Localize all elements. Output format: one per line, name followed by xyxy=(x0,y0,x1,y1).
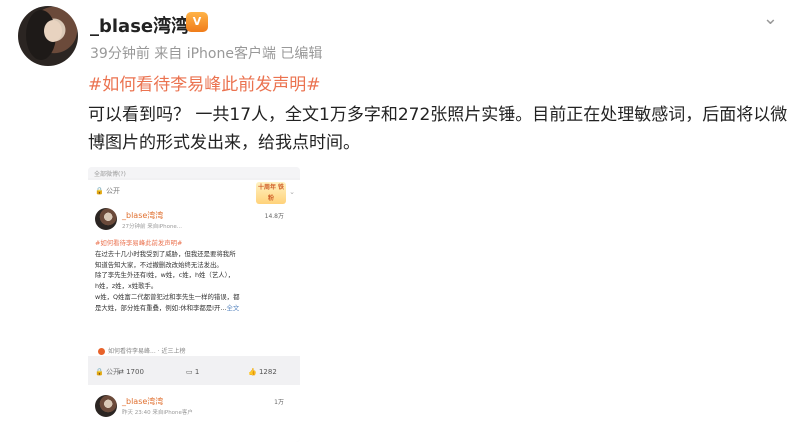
screenshot-card-2: 🔒 公开 _blase湾湾 昨天 23:40 来自iPhone客户 1万 xyxy=(88,368,300,442)
screenshot-username: _blase湾湾 xyxy=(122,397,164,406)
chevron-down-icon[interactable]: ⌄ xyxy=(763,8,778,29)
screenshot-count: 14.8万 xyxy=(264,213,284,220)
screenshot-avatar xyxy=(95,395,117,417)
screenshot-avatar xyxy=(95,208,117,230)
screenshot-count: 1万 xyxy=(274,399,284,406)
username[interactable]: _blase湾湾 xyxy=(90,12,189,38)
screenshot-text: #如何看待李易峰此前发声明# 在过去十几小时我受到了威胁，但我还是要将我所 知道… xyxy=(95,238,295,314)
screenshot-topbar: 全部微博(?) xyxy=(88,167,300,178)
screenshot-public-label: 🔒 公开 xyxy=(95,187,120,195)
screenshot-meta: 昨天 23:40 来自iPhone客户 xyxy=(122,410,193,416)
like-count: 👍 1282 xyxy=(248,368,277,376)
post-meta: 39分钟前 来自 iPhone客户端 已编辑 xyxy=(90,46,323,62)
screenshot-line: 在过去十几小时我受到了威胁，但我还是要将我所 xyxy=(95,249,236,258)
screenshot-more-link: 全文 xyxy=(226,303,240,312)
screenshot-line: w姓，Q姓富二代都曾犯过和李先生一样的错误，都 xyxy=(95,292,240,301)
post-text: 可以看到吗？ 一共17人，全文1万多字和272张照片实锤。目前正在处理敏感词，后… xyxy=(88,105,788,153)
embedded-screenshot-image[interactable]: 全部微博(?) 🔒 公开 十周年 铁粉 ⌄ _blase湾湾 27分钟前 来自i… xyxy=(88,167,300,442)
screenshot-line: h姓，z姓，x姓歌手。 xyxy=(95,282,158,291)
screenshot-ref: 如何看待李易峰... · 近三上榜 xyxy=(98,346,185,355)
screenshot-line: 除了李先生外还有l姓，w姓，c姓，h姓（艺人）， xyxy=(95,271,235,280)
avatar[interactable] xyxy=(18,6,78,66)
screenshot-username: _blase湾湾 xyxy=(122,211,164,220)
screenshot-line: 是大姓，部分姓有重叠，例如:休和李都是l开...全文 xyxy=(95,303,240,312)
topic-icon xyxy=(98,348,105,355)
screenshot-card: 🔒 公开 十周年 铁粉 ⌄ _blase湾湾 27分钟前 来自iPhone...… xyxy=(88,180,300,356)
repost-count: ⇄ 1700 xyxy=(118,368,144,376)
screenshot-line: 知道告知大家，不过撤删改改始终无法发出。 xyxy=(95,260,223,269)
comment-count: ▭ 1 xyxy=(186,368,200,376)
screenshot-meta: 27分钟前 来自iPhone... xyxy=(122,224,183,230)
chevron-down-icon: ⌄ xyxy=(289,188,295,196)
screenshot-hashtag: #如何看待李易峰此前发声明# xyxy=(95,239,183,247)
fans-badge-icon: 十周年 铁粉 xyxy=(256,182,286,204)
vip-badge-icon: V xyxy=(186,12,208,32)
hashtag-link[interactable]: #如何看待李易峰此前发声明# xyxy=(88,70,321,95)
screenshot-public-label: 🔒 公开 xyxy=(95,368,120,376)
